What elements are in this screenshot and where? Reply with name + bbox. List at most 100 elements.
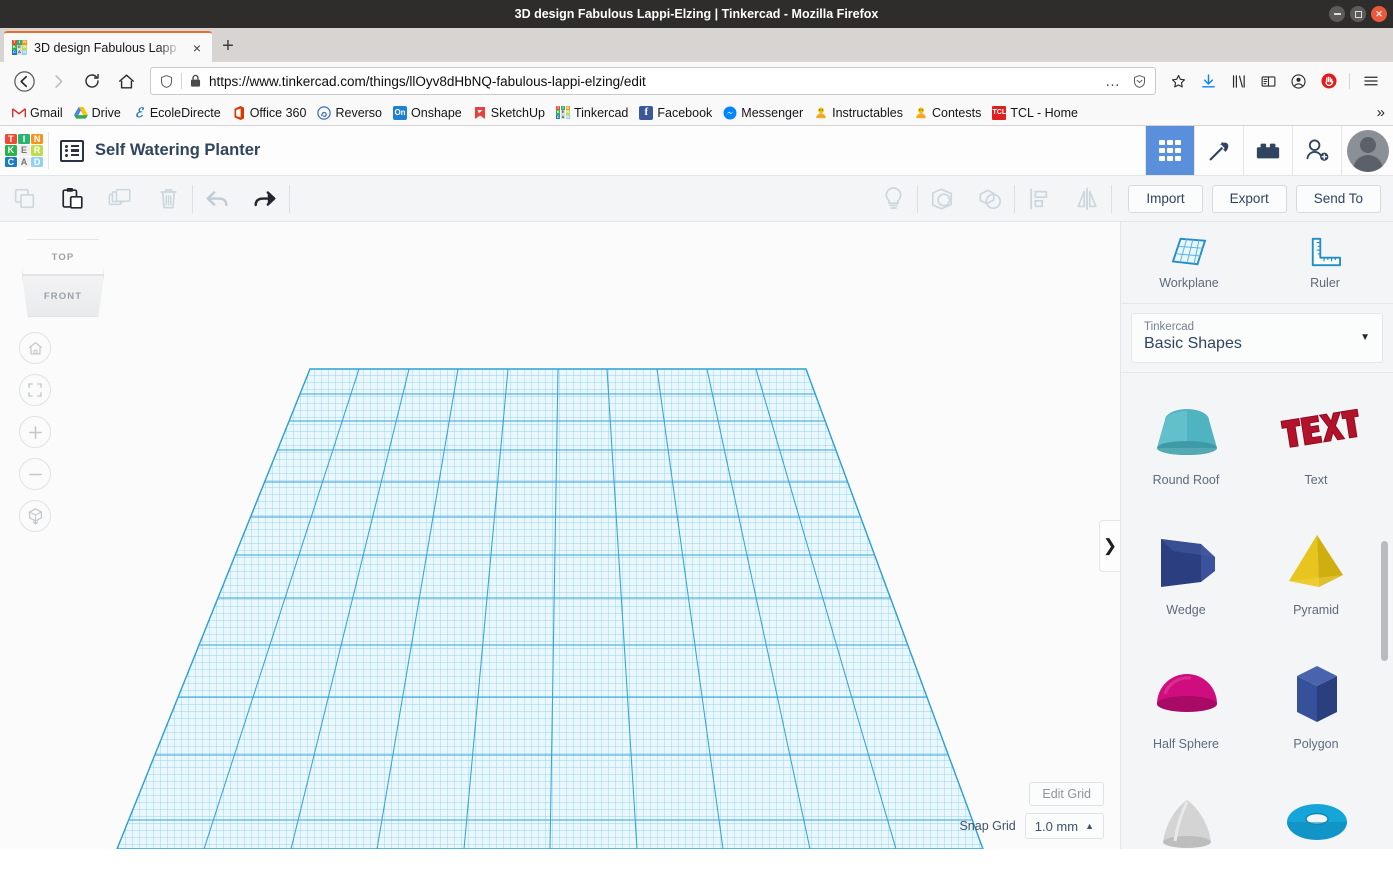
- redo-button[interactable]: [241, 176, 289, 222]
- downloads-icon[interactable]: [1194, 66, 1223, 96]
- shape-text[interactable]: Text: [1251, 379, 1381, 487]
- minimize-button[interactable]: [1329, 6, 1345, 22]
- library-icon[interactable]: [1224, 66, 1253, 96]
- chevron-up-icon: ▲: [1085, 821, 1094, 831]
- bookmark-gmail[interactable]: Gmail: [7, 104, 68, 122]
- shape-half-sphere[interactable]: Half Sphere: [1121, 643, 1251, 751]
- shape-label: Polygon: [1293, 737, 1339, 751]
- new-tab-button[interactable]: +: [212, 31, 244, 62]
- browser-toolbar-buttons: [1164, 66, 1385, 96]
- shape-round-roof[interactable]: Round Roof: [1121, 379, 1251, 487]
- bookmark-star-icon[interactable]: [1164, 66, 1193, 96]
- shape-label: Pyramid: [1293, 603, 1339, 617]
- paste-button[interactable]: [48, 176, 96, 222]
- reload-icon[interactable]: [76, 66, 108, 96]
- close-icon[interactable]: ×: [188, 41, 206, 55]
- bookmark-onshape[interactable]: On Onshape: [388, 104, 467, 122]
- chevron-down-icon[interactable]: ▼: [1360, 332, 1370, 343]
- blocks-grid-icon[interactable]: [1145, 126, 1194, 175]
- shape-pyramid[interactable]: Pyramid: [1251, 509, 1381, 617]
- page-actions-icon[interactable]: …: [1105, 73, 1121, 90]
- bookmark-office360[interactable]: Office 360: [227, 104, 312, 122]
- shapes-grid[interactable]: Round Roof Text Wedge Pyramid Half Spher…: [1121, 372, 1393, 849]
- zoom-out-button[interactable]: [19, 458, 51, 490]
- pocket-icon[interactable]: [1132, 74, 1147, 89]
- note-button[interactable]: [869, 176, 917, 222]
- app-menu-icon[interactable]: [1356, 66, 1385, 96]
- shape-cone[interactable]: Cone: [1121, 773, 1251, 849]
- workplane-grid[interactable]: [0, 222, 1120, 849]
- blocks-brick-icon[interactable]: [1243, 126, 1292, 175]
- avatar[interactable]: [1341, 126, 1393, 175]
- group-button[interactable]: [918, 176, 966, 222]
- toolbar-divider: [289, 184, 290, 213]
- projection-toggle-button[interactable]: [19, 500, 51, 532]
- view-cube-top-face[interactable]: TOP: [22, 239, 104, 275]
- ublock-origin-icon[interactable]: [1314, 66, 1343, 96]
- browser-tab[interactable]: TIN KER CAD 3D design Fabulous Lapp ×: [4, 31, 212, 62]
- bookmark-reverso[interactable]: Reverso: [312, 104, 387, 122]
- reader-view-icon[interactable]: [1254, 66, 1283, 96]
- codeblocks-icon[interactable]: [1194, 126, 1243, 175]
- page-title[interactable]: Self Watering Planter: [95, 126, 260, 175]
- bookmark-drive[interactable]: Drive: [69, 104, 126, 122]
- invite-person-icon[interactable]: [1292, 126, 1341, 175]
- shapes-panel: Workplane Ruler Tinkercad Basic Shapes ▼…: [1120, 222, 1393, 849]
- shape-library-select[interactable]: Tinkercad Basic Shapes ▼: [1131, 313, 1383, 363]
- tracking-protection-icon[interactable]: [159, 74, 174, 89]
- header-actions: [1145, 126, 1393, 175]
- collapse-panel-handle[interactable]: ❯: [1099, 520, 1120, 572]
- edit-grid-button[interactable]: Edit Grid: [1029, 782, 1104, 806]
- zoom-in-button[interactable]: [19, 416, 51, 448]
- bookmark-sketchup[interactable]: SketchUp: [468, 104, 550, 122]
- view-cube-front-face[interactable]: FRONT: [22, 275, 104, 317]
- back-icon[interactable]: [8, 66, 40, 96]
- workplane-tool[interactable]: Workplane: [1121, 222, 1257, 303]
- bookmark-tinkercad[interactable]: TIN KER CAD Tinkercad: [551, 104, 633, 122]
- shape-wedge[interactable]: Wedge: [1121, 509, 1251, 617]
- export-button[interactable]: Export: [1211, 184, 1287, 213]
- bookmark-label: Contests: [932, 105, 982, 120]
- view-cube[interactable]: TOP FRONT: [22, 239, 104, 317]
- bookmark-messenger[interactable]: Messenger: [718, 104, 808, 122]
- bookmark-label: Instructables: [832, 105, 903, 120]
- forward-icon[interactable]: [42, 66, 74, 96]
- mirror-button[interactable]: [1063, 176, 1111, 222]
- url-bar[interactable]: https://www.tinkercad.com/things/llOyv8d…: [150, 67, 1156, 95]
- url-text[interactable]: https://www.tinkercad.com/things/llOyv8d…: [209, 74, 1098, 89]
- tcl-icon: TCL: [992, 105, 1007, 120]
- bookmark-instructables[interactable]: Instructables: [809, 104, 908, 122]
- undo-button[interactable]: [193, 176, 241, 222]
- copy-button[interactable]: [0, 176, 48, 222]
- bookmark-tcl-home[interactable]: TCL TCL - Home: [987, 104, 1083, 122]
- bookmark-contests[interactable]: Contests: [909, 104, 986, 122]
- bookmark-facebook[interactable]: f Facebook: [634, 104, 717, 122]
- maximize-button[interactable]: [1350, 6, 1366, 22]
- shape-polygon[interactable]: Polygon: [1251, 643, 1381, 751]
- snap-grid-select[interactable]: 1.0 mm ▲: [1024, 813, 1104, 839]
- fit-all-button[interactable]: [19, 374, 51, 406]
- account-icon[interactable]: [1284, 66, 1313, 96]
- ungroup-button[interactable]: [966, 176, 1014, 222]
- tinkercad-logo[interactable]: T I N K E R C A D: [0, 126, 48, 175]
- bookmark-label: EcoleDirecte: [149, 105, 221, 120]
- shapes-scrollbar[interactable]: [1381, 541, 1388, 661]
- shapes-row: Half Sphere Polygon: [1121, 643, 1393, 751]
- project-menu-icon[interactable]: [49, 126, 95, 175]
- shape-torus[interactable]: Torus: [1251, 773, 1381, 849]
- round-roof-shape: [1143, 391, 1229, 471]
- home-view-button[interactable]: [19, 332, 51, 364]
- send-to-button[interactable]: Send To: [1295, 184, 1381, 213]
- align-button[interactable]: [1015, 176, 1063, 222]
- ruler-tool[interactable]: Ruler: [1257, 222, 1393, 303]
- delete-button[interactable]: [144, 176, 192, 222]
- home-icon[interactable]: [110, 66, 142, 96]
- import-button[interactable]: Import: [1128, 184, 1203, 213]
- bookmark-ecoledirecte[interactable]: ℰ EcoleDirecte: [127, 104, 226, 122]
- duplicate-button[interactable]: [96, 176, 144, 222]
- 3d-viewport[interactable]: Workplane TOP FRONT Edit Grid Snap Grid: [0, 222, 1120, 849]
- close-button[interactable]: ✕: [1371, 6, 1387, 22]
- lock-icon[interactable]: [189, 74, 202, 88]
- polygon-shape: [1273, 655, 1359, 735]
- bookmarks-overflow-button[interactable]: »: [1377, 104, 1385, 121]
